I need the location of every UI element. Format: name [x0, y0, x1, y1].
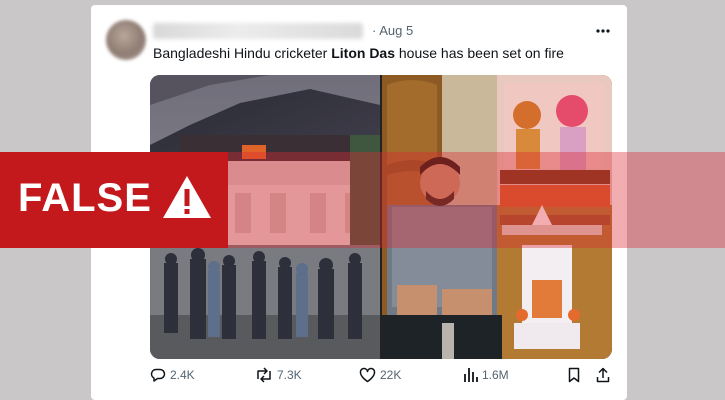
blurred-author-name: [153, 23, 363, 39]
views-button[interactable]: 1.6M: [464, 367, 509, 383]
like-icon: [359, 367, 376, 383]
repost-count: 7.3K: [277, 368, 302, 382]
share-button[interactable]: [596, 367, 610, 383]
tweet-text-name: Liton Das: [331, 45, 395, 61]
warning-icon: [163, 176, 211, 218]
views-count: 1.6M: [482, 368, 509, 382]
views-icon: [464, 368, 478, 382]
tweet-text-start: Bangladeshi Hindu cricketer: [153, 45, 332, 61]
bookmark-button[interactable]: [568, 367, 580, 383]
tweet-text: Bangladeshi Hindu cricketer Liton Das ho…: [153, 45, 564, 61]
like-button[interactable]: 22K: [359, 367, 401, 383]
like-count: 22K: [380, 368, 402, 382]
share-icon: [596, 367, 610, 383]
reply-count: 2.4K: [170, 368, 195, 382]
bookmark-icon: [568, 367, 580, 383]
tweet-text-end: house has been set on fire: [395, 45, 564, 61]
repost-icon: [257, 367, 271, 383]
false-verdict-label: FALSE: [18, 176, 152, 220]
repost-button[interactable]: 7.3K: [255, 367, 302, 383]
reply-button[interactable]: 2.4K: [150, 367, 195, 383]
reply-icon: [150, 368, 166, 382]
tweet-actions: 2.4K 7.3K 22K 1.6M: [91, 367, 627, 391]
tweet-date[interactable]: · Aug 5: [372, 23, 413, 38]
more-icon[interactable]: [596, 22, 610, 36]
verdict-overlay-stripe: [228, 152, 725, 248]
avatar[interactable]: [106, 20, 146, 60]
